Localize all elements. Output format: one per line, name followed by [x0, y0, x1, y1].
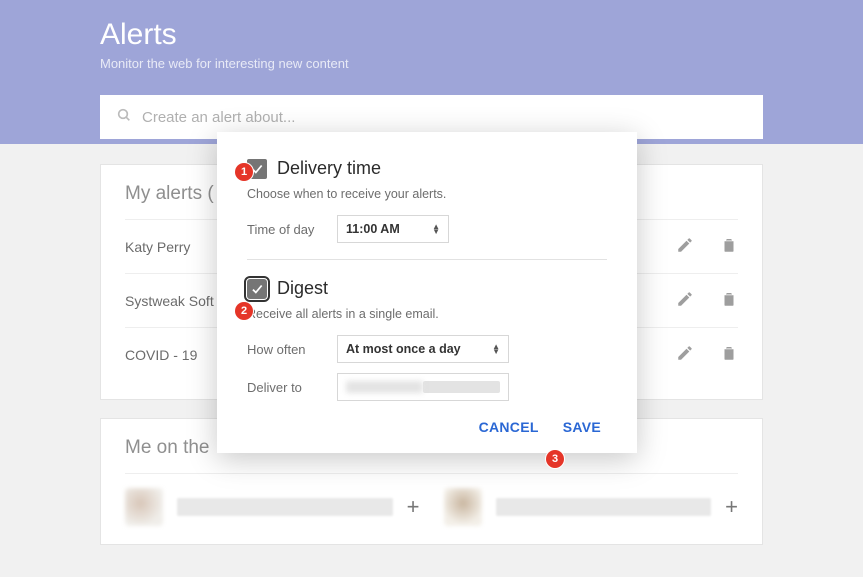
list-item[interactable]: + [444, 488, 739, 526]
edit-icon[interactable] [676, 236, 694, 257]
delivery-time-desc: Choose when to receive your alerts. [247, 187, 607, 201]
me-item-label [496, 498, 712, 516]
digest-checkbox[interactable] [247, 279, 267, 299]
alert-name: COVID - 19 [125, 347, 197, 363]
edit-icon[interactable] [676, 344, 694, 365]
annotation-badge-1: 1 [235, 163, 253, 181]
spinner-icon: ▲▼ [492, 344, 500, 354]
delivery-time-heading: Delivery time [277, 158, 381, 179]
cancel-button[interactable]: CANCEL [479, 419, 539, 435]
how-often-select[interactable]: At most once a day ▲▼ [337, 335, 509, 363]
alert-name: Systweak Soft [125, 293, 214, 309]
divider [247, 259, 607, 260]
alert-name: Katy Perry [125, 239, 190, 255]
plus-icon[interactable]: + [725, 494, 738, 520]
search-icon [116, 107, 132, 128]
search-input[interactable] [142, 109, 747, 126]
page-subtitle: Monitor the web for interesting new cont… [100, 56, 863, 71]
delete-icon[interactable] [720, 344, 738, 365]
edit-icon[interactable] [676, 290, 694, 311]
list-item[interactable]: + [125, 488, 420, 526]
settings-dialog: Delivery time Choose when to receive you… [217, 132, 637, 453]
avatar [444, 488, 482, 526]
deliver-to-select[interactable]: ▲▼ [337, 373, 509, 401]
spinner-icon: ▲▼ [432, 224, 440, 234]
time-of-day-select[interactable]: 11:00 AM ▲▼ [337, 215, 449, 243]
save-button[interactable]: SAVE [563, 419, 601, 435]
spinner-icon: ▲▼ [423, 381, 500, 393]
digest-heading: Digest [277, 278, 328, 299]
delete-icon[interactable] [720, 290, 738, 311]
how-often-value: At most once a day [346, 342, 461, 356]
how-often-label: How often [247, 342, 319, 357]
deliver-to-value [346, 381, 423, 393]
annotation-badge-3: 3 [546, 450, 564, 468]
page-header: Alerts Monitor the web for interesting n… [0, 0, 863, 144]
avatar [125, 488, 163, 526]
delete-icon[interactable] [720, 236, 738, 257]
me-item-label [177, 498, 393, 516]
plus-icon[interactable]: + [407, 494, 420, 520]
time-of-day-value: 11:00 AM [346, 222, 400, 236]
page-title: Alerts [100, 18, 863, 52]
annotation-badge-2: 2 [235, 302, 253, 320]
deliver-to-label: Deliver to [247, 380, 319, 395]
time-of-day-label: Time of day [247, 222, 319, 237]
digest-desc: Receive all alerts in a single email. [247, 307, 607, 321]
